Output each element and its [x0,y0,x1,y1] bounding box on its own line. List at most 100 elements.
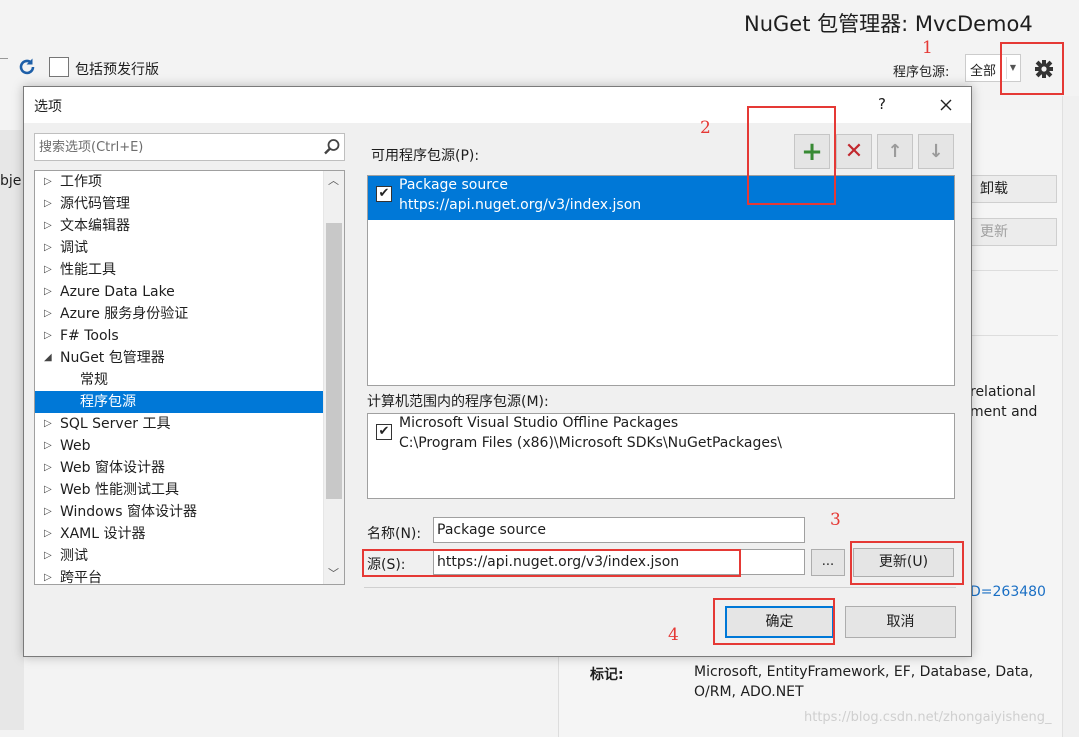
divider [958,270,1058,271]
collapsed-arrow-icon[interactable]: ▷ [44,567,52,584]
refresh-icon[interactable] [16,56,38,78]
remove-source-button[interactable]: ✕ [836,134,872,169]
tree-item[interactable]: ▷ 工作项 [35,171,323,193]
name-label: 名称(N): [367,526,422,542]
name-field[interactable] [433,517,805,543]
tree-item[interactable]: ▷ Azure 服务身份验证 [35,303,323,325]
include-prerelease-label: 包括预发行版 [75,62,159,78]
tree-item[interactable]: 程序包源 [35,391,323,413]
move-up-button[interactable]: ↑ [877,134,913,169]
collapsed-arrow-icon[interactable]: ▷ [44,457,52,479]
tree-item[interactable]: ▷ Windows 窗体设计器 [35,501,323,523]
divider [364,587,956,588]
search-icon[interactable] [323,138,341,156]
tags-value: Microsoft, EntityFramework, EF, Database… [694,664,1034,680]
collapsed-arrow-icon[interactable]: ▷ [44,413,52,435]
tree-item-label: 性能工具 [60,262,116,278]
tree-item[interactable]: ▷ Web 窗体设计器 [35,457,323,479]
annotation-number: 4 [668,625,679,645]
description-text: relational [970,384,1036,400]
collapsed-arrow-icon[interactable]: ▷ [44,325,52,347]
tree-item[interactable]: ◢ NuGet 包管理器 [35,347,323,369]
tree-item-label: 常规 [80,372,108,388]
source-enabled-checkbox[interactable]: ✔ [376,424,392,440]
collapsed-arrow-icon[interactable]: ▷ [44,523,52,545]
collapsed-arrow-icon[interactable]: ▷ [44,215,52,237]
tree-item[interactable]: ▷ 跨平台 [35,567,323,585]
machine-sources-list[interactable]: ✔ Microsoft Visual Studio Offline Packag… [367,413,955,499]
package-list-text: bje [0,173,22,189]
include-prerelease-checkbox[interactable] [49,57,69,77]
tree-item-label: NuGet 包管理器 [60,350,165,366]
project-dropdown-edge[interactable] [0,58,8,78]
collapsed-arrow-icon[interactable]: ▷ [44,193,52,215]
collapsed-arrow-icon[interactable]: ▷ [44,171,52,193]
available-sources-list[interactable]: ✔ Package source https://api.nuget.org/v… [367,175,955,386]
package-source-label: 程序包源: [893,65,950,80]
scroll-up-icon[interactable]: ︿ [323,171,344,191]
tree-item-label: 测试 [60,548,88,564]
source-url: https://api.nuget.org/v3/index.json [399,197,642,213]
tree-item[interactable]: ▷ Azure Data Lake [35,281,323,303]
annotation-box [747,106,836,205]
source-list-item[interactable]: ✔ Microsoft Visual Studio Offline Packag… [368,414,954,458]
tags-label: 标记: [590,667,624,683]
tree-item-label: 工作项 [60,174,102,190]
tree-item[interactable]: 常规 [35,369,323,391]
source-path: C:\Program Files (x86)\Microsoft SDKs\Nu… [399,435,782,451]
dialog-title: 选项 [34,99,62,115]
source-enabled-checkbox[interactable]: ✔ [376,186,392,202]
search-input[interactable] [39,137,309,157]
machine-sources-label: 计算机范围内的程序包源(M): [367,394,549,410]
tree-item-label: XAML 设计器 [60,526,146,542]
annotation-number: 1 [922,38,933,58]
tree-item-label: 程序包源 [80,394,136,410]
move-down-button[interactable]: ↓ [918,134,954,169]
tree-item-label: Azure 服务身份验证 [60,306,189,322]
options-search-box[interactable] [34,133,345,161]
package-list-panel [0,130,24,730]
source-name: Microsoft Visual Studio Offline Packages [399,415,679,431]
options-tree[interactable]: ▷ 工作项 ▷ 源代码管理 ▷ 文本编辑器 ▷ 调试 ▷ 性能工具 ▷ Azure Data Lake… [34,170,345,585]
expanded-arrow-icon[interactable]: ◢ [44,347,52,369]
browse-button[interactable]: ... [811,549,845,576]
annotation-box [1000,42,1064,95]
scroll-down-icon[interactable]: ﹀ [323,564,344,584]
collapsed-arrow-icon[interactable]: ▷ [44,303,52,325]
cancel-button[interactable]: 取消 [845,606,956,638]
tree-item[interactable]: ▷ Web [35,435,323,457]
project-url-link[interactable]: D=263480 [970,584,1046,600]
source-list-item[interactable]: ✔ Package source https://api.nuget.org/v… [368,176,954,220]
collapsed-arrow-icon[interactable]: ▷ [44,501,52,523]
close-icon[interactable] [930,89,962,121]
collapsed-arrow-icon[interactable]: ▷ [44,237,52,259]
collapsed-arrow-icon[interactable]: ▷ [44,435,52,457]
available-sources-label: 可用程序包源(P): [371,148,480,164]
collapsed-arrow-icon[interactable]: ▷ [44,259,52,281]
annotation-number: 2 [700,118,711,138]
collapsed-arrow-icon[interactable]: ▷ [44,545,52,567]
collapsed-arrow-icon[interactable]: ▷ [44,479,52,501]
tree-item-label: F# Tools [60,328,119,344]
tree-item[interactable]: ▷ 测试 [35,545,323,567]
annotation-box [362,549,741,577]
divider [958,335,1058,336]
tree-item[interactable]: ▷ 文本编辑器 [35,215,323,237]
tree-item[interactable]: ▷ XAML 设计器 [35,523,323,545]
tree-item[interactable]: ▷ 调试 [35,237,323,259]
package-details-panel [958,110,1070,737]
watermark: https://blog.csdn.net/zhongaiyisheng_ [804,710,1052,725]
tree-item-label: Windows 窗体设计器 [60,504,197,520]
details-scrollbar[interactable] [1062,96,1079,737]
tree-item-label: Web [60,438,91,454]
tree-item[interactable]: ▷ SQL Server 工具 [35,413,323,435]
tree-item[interactable]: ▷ F# Tools [35,325,323,347]
tree-item-label: 跨平台 [60,570,102,585]
help-button[interactable]: ? [878,95,886,113]
tree-item[interactable]: ▷ Web 性能测试工具 [35,479,323,501]
tree-scrollbar-thumb[interactable] [326,223,342,499]
tree-item[interactable]: ▷ 源代码管理 [35,193,323,215]
tree-item[interactable]: ▷ 性能工具 [35,259,323,281]
collapsed-arrow-icon[interactable]: ▷ [44,281,52,303]
package-source-value: 全部 [970,64,997,79]
